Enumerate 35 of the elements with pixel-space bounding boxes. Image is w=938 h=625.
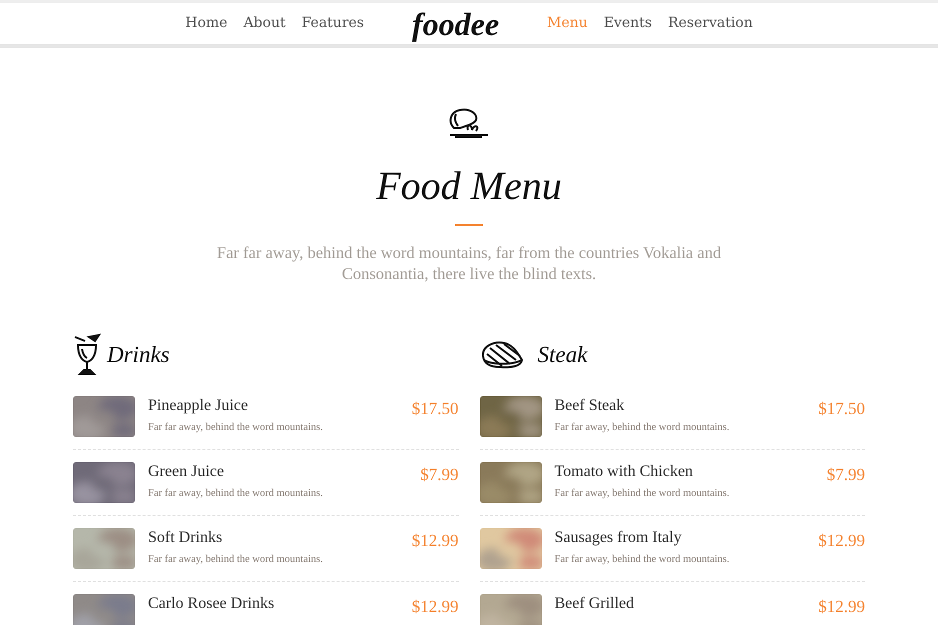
item-price: $12.99 (412, 596, 458, 618)
item-description: Far far away, behind the word mountains. (148, 421, 323, 436)
nav-link[interactable]: Reservation (660, 13, 761, 34)
nav-link[interactable]: Home (177, 13, 236, 34)
item-name: Sausages from Italy (554, 528, 683, 548)
item-price: $7.99 (826, 464, 865, 486)
title-underline (455, 224, 483, 226)
item-price: $17.50 (818, 398, 865, 420)
item-name: Beef Grilled (554, 594, 634, 614)
item-name: Green Juice (148, 462, 225, 482)
item-description: Far far away, behind the word mountains. (148, 553, 323, 568)
nav-link[interactable]: Events (596, 13, 660, 34)
brand-logo[interactable]: foodee (412, 8, 500, 40)
item-name: Beef Steak (554, 396, 626, 416)
subtitle-paragraph: Far far away, behind the word mountains, far from the countries Vokalia and Consonantia, there live the blind texts. (216, 242, 722, 284)
nav-link[interactable]: About (235, 13, 294, 34)
steak-icon (480, 340, 524, 370)
item-price: $7.99 (420, 464, 458, 486)
cocktail-icon (73, 333, 101, 377)
item-price: $12.99 (818, 596, 865, 618)
item-description: Far far away, behind the word mountains. (554, 553, 730, 568)
item-description: Far far away, behind the word mountains. (554, 487, 730, 502)
item-name: Pineapple Juice (148, 396, 249, 416)
section-title: Steak (538, 340, 588, 369)
item-name: Tomato with Chicken (554, 462, 694, 482)
page-title: Food Menu (375, 166, 563, 206)
item-description: Far far away, behind the word mountains. (148, 487, 323, 502)
item-price: $12.99 (412, 530, 458, 552)
item-description: Far far away, behind the word mountains. (554, 421, 730, 436)
item-name: Carlo Rosee Drinks (148, 594, 274, 614)
section-title: Drinks (107, 340, 170, 369)
nav-link[interactable]: Features (294, 13, 372, 34)
item-name: Soft Drinks (148, 528, 224, 548)
item-price: $17.50 (412, 398, 458, 420)
item-price: $12.99 (818, 530, 865, 552)
